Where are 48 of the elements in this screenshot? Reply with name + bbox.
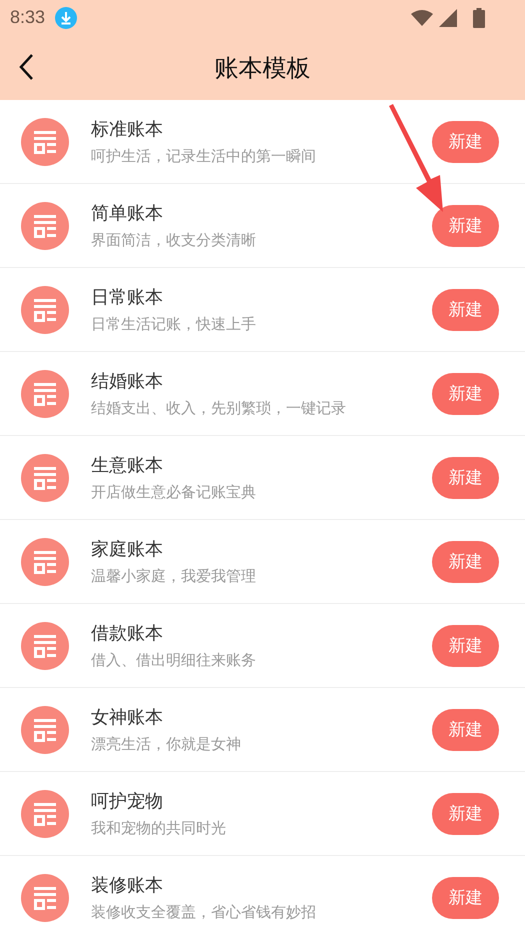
ledger-icon bbox=[21, 874, 69, 922]
wifi-icon bbox=[411, 10, 433, 26]
template-item[interactable]: 日常账本 日常生活记账，快速上手 新建 bbox=[0, 268, 525, 352]
template-name: 标准账本 bbox=[91, 118, 164, 141]
ledger-icon bbox=[21, 454, 69, 502]
template-item[interactable]: 女神账本 漂亮生活，你就是女神 新建 bbox=[0, 688, 525, 772]
template-description: 界面简洁，收支分类清晰 bbox=[91, 231, 257, 250]
template-name: 结婚账本 bbox=[91, 370, 164, 393]
template-description: 我和宠物的共同时光 bbox=[91, 819, 227, 838]
template-description: 漂亮生活，你就是女神 bbox=[91, 735, 242, 754]
template-name: 简单账本 bbox=[91, 202, 164, 225]
signal-icon bbox=[439, 8, 457, 26]
template-description: 开店做生意必备记账宝典 bbox=[91, 483, 257, 502]
template-item[interactable]: 装修账本 装修收支全覆盖，省心省钱有妙招 新建 bbox=[0, 856, 525, 936]
ledger-icon bbox=[21, 118, 69, 166]
template-description: 日常生活记账，快速上手 bbox=[91, 315, 257, 334]
template-name: 借款账本 bbox=[91, 622, 164, 645]
template-item[interactable]: 借款账本 借入、借出明细往来账务 新建 bbox=[0, 604, 525, 688]
ledger-icon bbox=[21, 706, 69, 754]
template-item[interactable]: 家庭账本 温馨小家庭，我爱我管理 新建 bbox=[0, 520, 525, 604]
battery-icon bbox=[473, 8, 485, 28]
template-item[interactable]: 结婚账本 结婚支出、收入，先别繁琐，一键记录 新建 bbox=[0, 352, 525, 436]
page-title: 账本模板 bbox=[214, 52, 310, 84]
template-name: 家庭账本 bbox=[91, 538, 164, 561]
ledger-icon bbox=[21, 622, 69, 670]
ledger-icon bbox=[21, 790, 69, 838]
template-description: 结婚支出、收入，先别繁琐，一键记录 bbox=[91, 399, 347, 418]
template-description: 装修收支全覆盖，省心省钱有妙招 bbox=[91, 903, 317, 922]
template-description: 呵护生活，记录生活中的第一瞬间 bbox=[91, 147, 317, 166]
template-description: 借入、借出明细往来账务 bbox=[91, 651, 257, 670]
template-name: 装修账本 bbox=[91, 874, 164, 897]
back-icon bbox=[18, 53, 34, 81]
template-name: 呵护宠物 bbox=[91, 790, 164, 813]
template-item[interactable]: 标准账本 呵护生活，记录生活中的第一瞬间 新建 bbox=[0, 100, 525, 184]
ledger-icon bbox=[21, 538, 69, 586]
template-name: 日常账本 bbox=[91, 286, 164, 309]
back-button[interactable] bbox=[18, 53, 34, 81]
status-time: 8:33 bbox=[10, 7, 46, 28]
template-item[interactable]: 简单账本 界面简洁，收支分类清晰 新建 bbox=[0, 184, 525, 268]
download-icon bbox=[55, 6, 78, 28]
ledger-icon bbox=[21, 370, 69, 418]
ledger-icon bbox=[21, 202, 69, 250]
template-description: 温馨小家庭，我爱我管理 bbox=[91, 567, 257, 586]
template-name: 女神账本 bbox=[91, 706, 164, 729]
template-item[interactable]: 呵护宠物 我和宠物的共同时光 新建 bbox=[0, 772, 525, 856]
template-item[interactable]: 生意账本 开店做生意必备记账宝典 新建 bbox=[0, 436, 525, 520]
template-name: 生意账本 bbox=[91, 454, 164, 477]
ledger-icon bbox=[21, 286, 69, 334]
